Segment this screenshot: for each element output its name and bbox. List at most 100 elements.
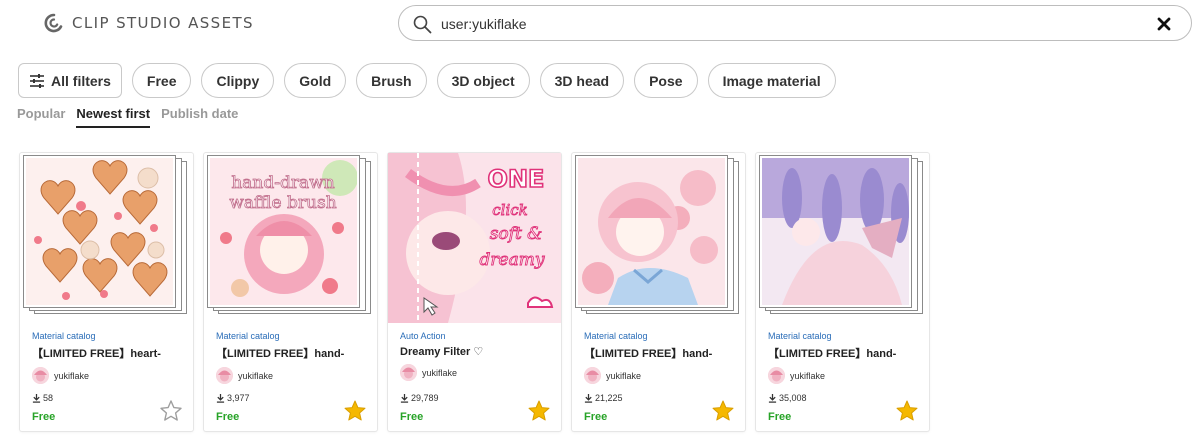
download-count-value: 29,789 <box>411 393 439 403</box>
rose-girl-illustration <box>578 158 725 305</box>
card-author[interactable]: yukiflake <box>584 367 735 384</box>
download-count: 58 <box>32 393 53 403</box>
thumbnail-stack[interactable] <box>572 153 745 323</box>
thumbnail-stack[interactable]: hand-drawn waffle brush <box>204 153 377 323</box>
favorite-star-icon[interactable] <box>711 399 735 423</box>
card-title[interactable]: Dreamy Filter ♡ <box>400 345 551 358</box>
thumbnail[interactable]: ONE click soft & dreamy <box>388 153 561 323</box>
download-icon <box>768 393 777 403</box>
asset-card[interactable]: ONE click soft & dreamy Auto Action Drea… <box>388 153 561 431</box>
thumbnail-image: ONE click soft & dreamy <box>388 153 561 323</box>
filter-chip-gold[interactable]: Gold <box>284 63 347 98</box>
card-info: Material catalog 【LIMITED FREE】hand- yuk… <box>216 331 367 384</box>
card-title[interactable]: 【LIMITED FREE】hand- <box>584 345 735 361</box>
card-category[interactable]: Material catalog <box>584 331 735 341</box>
svg-text:hand-drawn: hand-drawn <box>231 173 334 193</box>
download-icon <box>216 393 225 403</box>
author-name: yukiflake <box>422 367 458 378</box>
filter-chip-free[interactable]: Free <box>131 63 192 98</box>
download-count-value: 3,977 <box>227 393 250 403</box>
asset-card[interactable]: Material catalog 【LIMITED FREE】hand- yuk… <box>572 153 745 431</box>
download-count: 35,008 <box>768 393 807 403</box>
card-info: Material catalog 【LIMITED FREE】heart- yu… <box>32 331 183 384</box>
svg-text:ONE: ONE <box>488 165 545 193</box>
author-name: yukiflake <box>238 370 274 381</box>
asset-grid: Material catalog 【LIMITED FREE】heart- yu… <box>20 153 929 431</box>
thumbnail-image <box>578 158 725 305</box>
dreamy-filter-illustration: ONE click soft & dreamy <box>388 153 561 323</box>
waffle-brush-illustration: hand-drawn waffle brush <box>210 158 357 305</box>
filter-chips: All filters Free Clippy Gold Brush 3D ob… <box>18 63 836 98</box>
favorite-star-icon[interactable] <box>895 399 919 423</box>
card-category[interactable]: Material catalog <box>768 331 919 341</box>
price-label: Free <box>32 411 56 423</box>
header: CLIP STUDIO ASSETS <box>0 0 1200 50</box>
sort-tab-popular[interactable]: Popular <box>17 106 65 128</box>
sort-tab-publish-date[interactable]: Publish date <box>161 106 238 128</box>
thumbnail-image <box>762 158 909 305</box>
asset-card[interactable]: Material catalog 【LIMITED FREE】hand- yuk… <box>756 153 929 431</box>
card-author[interactable]: yukiflake <box>768 367 919 384</box>
avatar <box>32 367 49 384</box>
avatar <box>400 364 417 381</box>
favorite-star-icon[interactable] <box>343 399 367 423</box>
author-name: yukiflake <box>790 370 826 381</box>
sort-tabs: Popular Newest first Publish date <box>17 106 238 128</box>
card-info: Auto Action Dreamy Filter ♡ yukiflake <box>400 331 551 381</box>
logo-text: CLIP STUDIO ASSETS <box>72 14 254 32</box>
heart-waffle-illustration <box>34 160 168 300</box>
clip-studio-logo-icon <box>44 13 63 33</box>
download-count-value: 21,225 <box>595 393 623 403</box>
download-count: 29,789 <box>400 393 439 403</box>
card-author[interactable]: yukiflake <box>216 367 367 384</box>
download-count-value: 58 <box>43 393 54 403</box>
thumbnail-image <box>26 158 173 305</box>
svg-text:waffle brush: waffle brush <box>229 193 336 213</box>
card-category[interactable]: Material catalog <box>32 331 183 341</box>
download-icon <box>400 393 409 403</box>
svg-text:dreamy: dreamy <box>480 250 545 270</box>
card-title[interactable]: 【LIMITED FREE】heart- <box>32 345 183 361</box>
card-author[interactable]: yukiflake <box>32 367 183 384</box>
svg-text:soft &: soft & <box>490 224 543 244</box>
thumbnail-stack[interactable] <box>20 153 193 323</box>
card-title[interactable]: 【LIMITED FREE】hand- <box>768 345 919 361</box>
avatar <box>216 367 233 384</box>
card-title[interactable]: 【LIMITED FREE】hand- <box>216 345 367 361</box>
filter-sliders-icon <box>30 73 44 88</box>
filter-chip-3d-object[interactable]: 3D object <box>436 63 530 98</box>
card-category[interactable]: Material catalog <box>216 331 367 341</box>
price-label: Free <box>584 411 608 423</box>
thumbnail-stack[interactable] <box>756 153 929 323</box>
filter-chip-image-material[interactable]: Image material <box>707 63 836 98</box>
favorite-star-icon[interactable] <box>527 399 551 423</box>
author-name: yukiflake <box>54 370 90 381</box>
sort-tab-newest-first[interactable]: Newest first <box>76 106 151 128</box>
download-icon <box>584 393 593 403</box>
svg-text:click: click <box>492 201 528 219</box>
filter-chip-pose[interactable]: Pose <box>634 63 698 98</box>
logo[interactable]: CLIP STUDIO ASSETS <box>44 13 254 33</box>
all-filters-button[interactable]: All filters <box>18 63 122 98</box>
download-icon <box>32 393 41 403</box>
search-bar[interactable] <box>398 5 1192 41</box>
price-label: Free <box>768 411 792 423</box>
wisteria-girl-illustration <box>762 158 909 305</box>
all-filters-label: All filters <box>51 72 111 89</box>
filter-chip-clippy[interactable]: Clippy <box>201 63 275 98</box>
avatar <box>768 367 785 384</box>
asset-card[interactable]: hand-drawn waffle brush Material catalog… <box>204 153 377 431</box>
search-icon[interactable] <box>412 14 432 34</box>
card-author[interactable]: yukiflake <box>400 364 551 381</box>
search-input[interactable] <box>441 13 1141 35</box>
price-label: Free <box>400 411 424 423</box>
avatar <box>584 367 601 384</box>
asset-card[interactable]: Material catalog 【LIMITED FREE】heart- yu… <box>20 153 193 431</box>
card-info: Material catalog 【LIMITED FREE】hand- yuk… <box>768 331 919 384</box>
favorite-star-icon[interactable] <box>159 399 183 423</box>
thumbnail-image: hand-drawn waffle brush <box>210 158 357 305</box>
filter-chip-3d-head[interactable]: 3D head <box>539 63 625 98</box>
filter-chip-brush[interactable]: Brush <box>356 63 427 98</box>
card-category[interactable]: Auto Action <box>400 331 551 341</box>
clear-search-icon[interactable] <box>1155 15 1173 33</box>
